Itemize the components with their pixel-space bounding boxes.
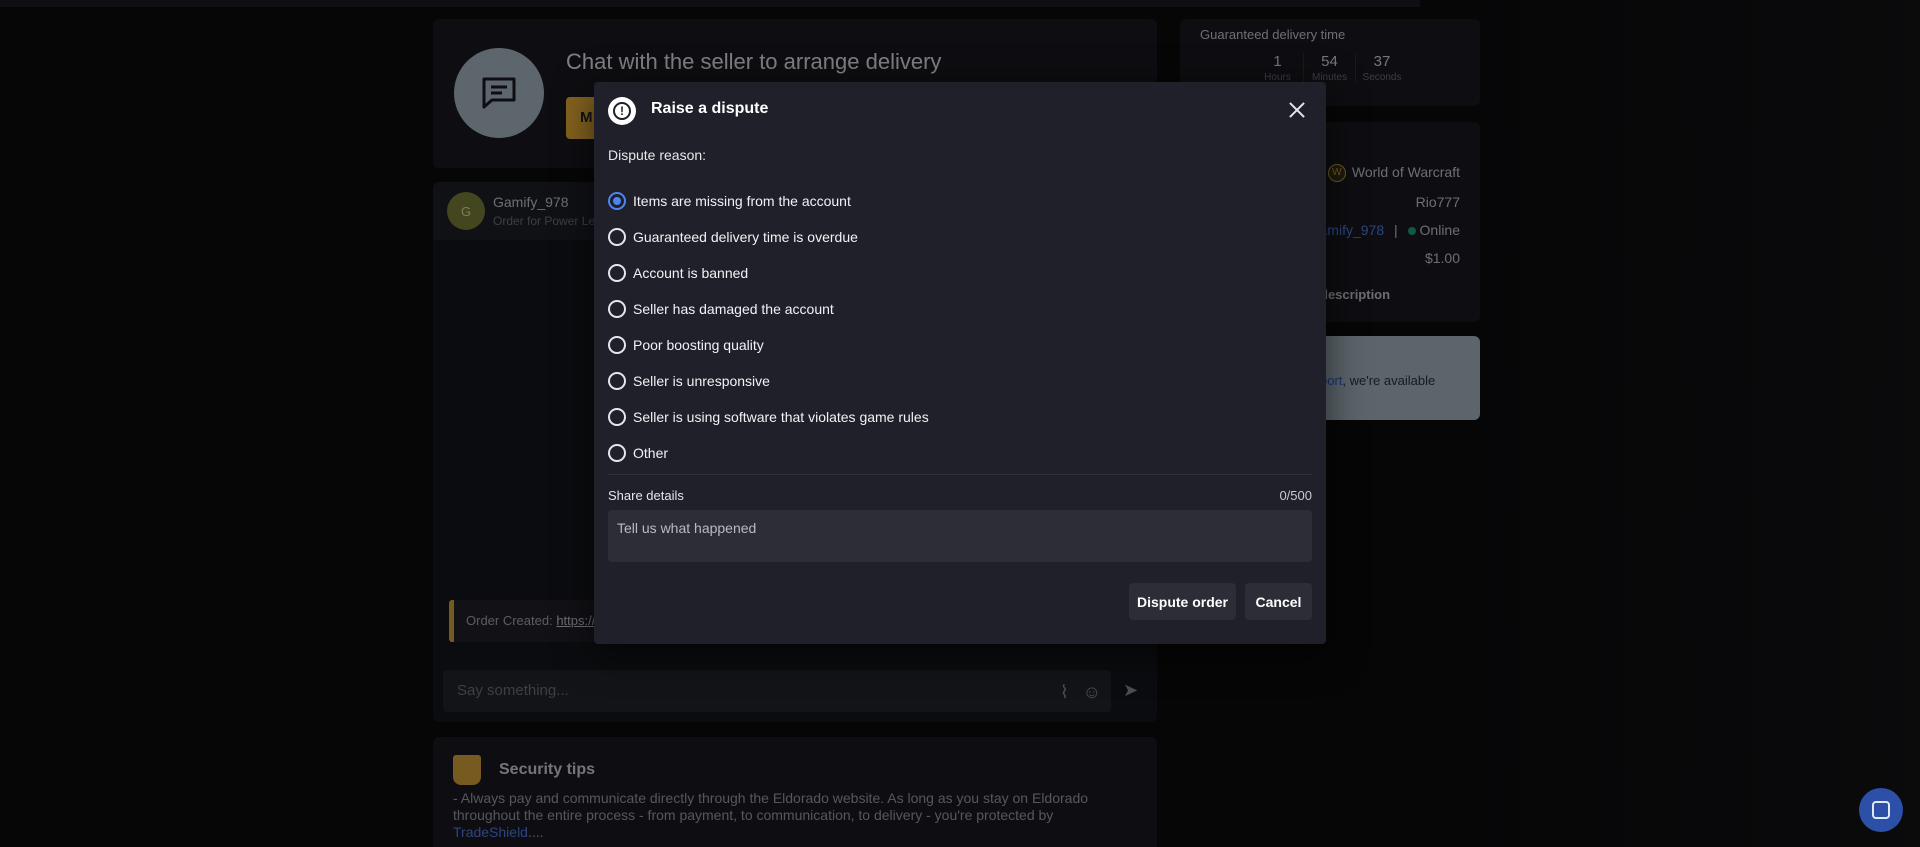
radio-button[interactable] bbox=[608, 444, 626, 462]
share-details-label: Share details bbox=[608, 488, 684, 503]
help-chat-button[interactable] bbox=[1859, 788, 1903, 832]
modal-title: Raise a dispute bbox=[651, 100, 769, 117]
dispute-reason-list: Items are missing from the account Guara… bbox=[608, 183, 1308, 471]
character-counter: 0/500 bbox=[1279, 488, 1312, 503]
reason-label: Seller is unresponsive bbox=[633, 373, 770, 389]
reason-label: Account is banned bbox=[633, 265, 749, 281]
radio-button[interactable] bbox=[608, 264, 626, 282]
cancel-button[interactable]: Cancel bbox=[1245, 583, 1312, 620]
chat-icon bbox=[1872, 801, 1890, 819]
reason-option-poor-quality[interactable]: Poor boosting quality bbox=[608, 327, 1308, 363]
reason-option-items-missing[interactable]: Items are missing from the account bbox=[608, 183, 1308, 219]
reason-option-other[interactable]: Other bbox=[608, 435, 1308, 471]
alert-icon-glyph: ! bbox=[613, 102, 631, 120]
reason-option-account-damaged[interactable]: Seller has damaged the account bbox=[608, 291, 1308, 327]
radio-button[interactable] bbox=[608, 336, 626, 354]
reason-label: Other bbox=[633, 445, 669, 461]
alert-icon: ! bbox=[608, 97, 636, 125]
reason-option-delivery-overdue[interactable]: Guaranteed delivery time is overdue bbox=[608, 219, 1308, 255]
radio-button[interactable] bbox=[608, 372, 626, 390]
radio-button[interactable] bbox=[608, 228, 626, 246]
details-textarea[interactable] bbox=[608, 510, 1312, 562]
reason-label: Seller is using software that violates g… bbox=[633, 409, 929, 425]
reason-label: Guaranteed delivery time is overdue bbox=[633, 229, 858, 245]
reason-option-unresponsive[interactable]: Seller is unresponsive bbox=[608, 363, 1308, 399]
reason-option-software-violation[interactable]: Seller is using software that violates g… bbox=[608, 399, 1308, 435]
reason-label: Poor boosting quality bbox=[633, 337, 764, 353]
radio-button[interactable] bbox=[608, 300, 626, 318]
reason-label: Seller has damaged the account bbox=[633, 301, 834, 317]
radio-button[interactable] bbox=[608, 408, 626, 426]
divider bbox=[608, 474, 1312, 475]
reason-option-account-banned[interactable]: Account is banned bbox=[608, 255, 1308, 291]
reason-label: Items are missing from the account bbox=[633, 193, 851, 209]
radio-button[interactable] bbox=[608, 192, 626, 210]
dispute-modal: ! Raise a dispute Dispute reason: Items … bbox=[594, 82, 1326, 644]
dispute-reason-label: Dispute reason: bbox=[608, 147, 707, 163]
dispute-order-button[interactable]: Dispute order bbox=[1129, 583, 1236, 620]
close-icon[interactable] bbox=[1285, 98, 1309, 122]
